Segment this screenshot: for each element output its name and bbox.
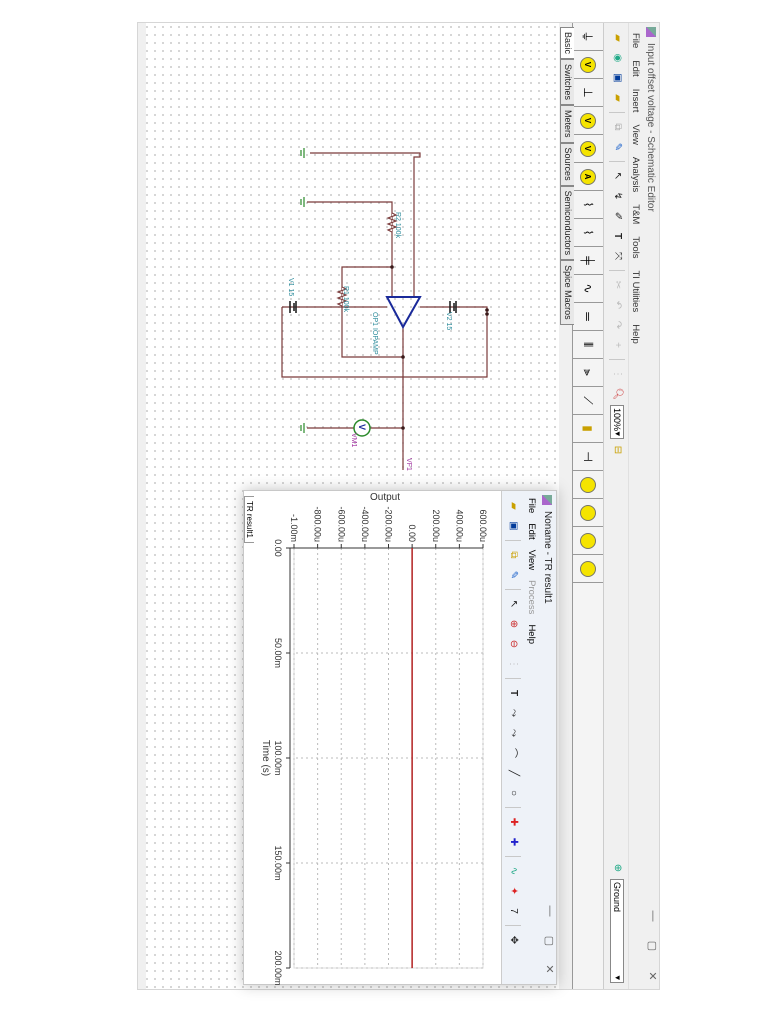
screen: Input offset voltage - Schematic Editor …	[0, 0, 768, 1024]
x-tick-label: 150.00m	[273, 845, 283, 880]
y-tick-label: 0.00	[407, 524, 417, 542]
y-tick-label: 200.00u	[431, 509, 441, 542]
x-tick-label: 0.00	[273, 539, 283, 557]
x-tick-label: 100.00m	[273, 740, 283, 775]
x-tick-label: 50.00m	[273, 638, 283, 668]
x-axis-label: Time (s)	[260, 740, 271, 776]
y-axis-label: Output	[370, 492, 400, 503]
y-tick-label: -200.00u	[384, 506, 394, 542]
output-chart: 600.00u 400.00u 200.00u 0.00 -200.00u -400.00…	[260, 492, 488, 986]
y-tick-label: -600.00u	[336, 506, 346, 542]
y-tick-label: 400.00u	[454, 509, 464, 542]
x-tick-label: 200.00m	[273, 950, 283, 985]
y-tick-label: -400.00u	[360, 506, 370, 542]
y-tick-label: -1.00m	[289, 514, 299, 542]
y-tick-label: 600.00u	[478, 509, 488, 542]
y-tick-label: -800.00u	[313, 506, 323, 542]
